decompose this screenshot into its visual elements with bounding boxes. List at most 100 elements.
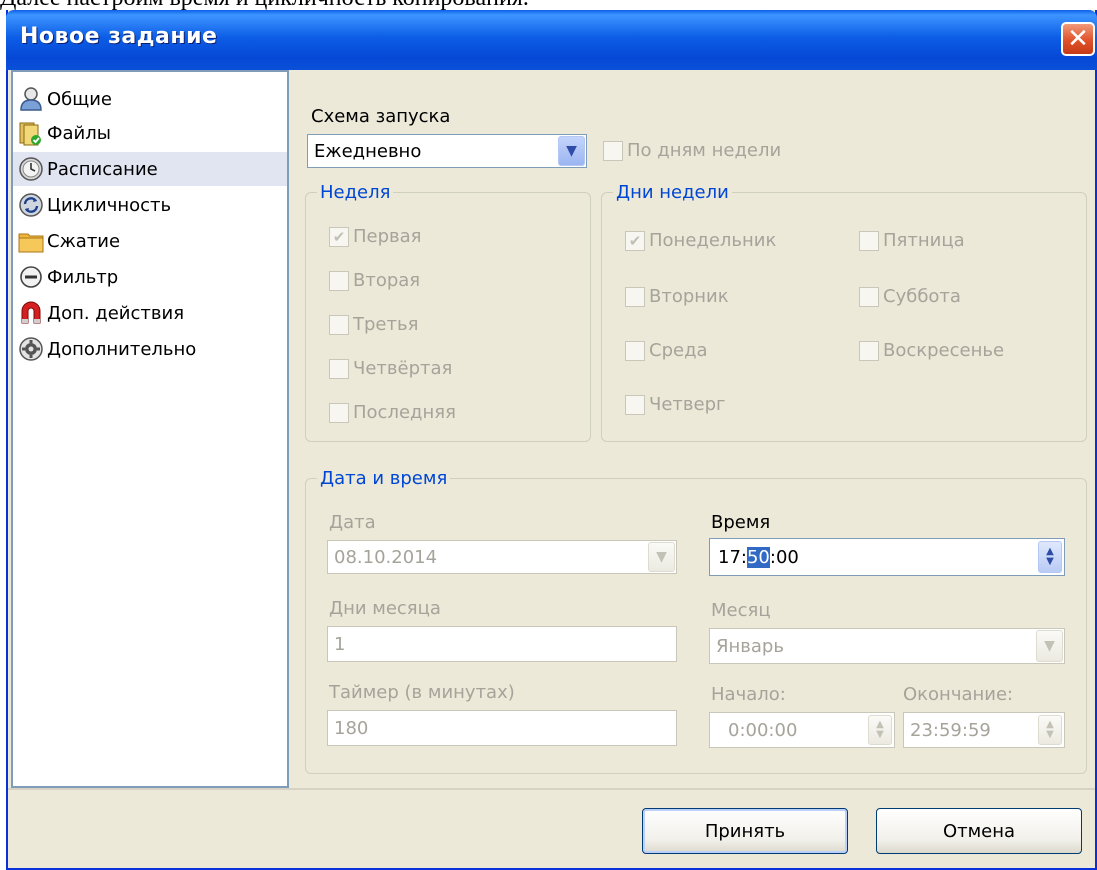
sidebar-item-cycle[interactable]: Цикличность bbox=[13, 188, 287, 222]
week-third-checkbox[interactable]: Третья bbox=[329, 314, 418, 335]
checkbox-box bbox=[603, 140, 623, 161]
start-label: Начало: bbox=[711, 684, 786, 705]
sidebar-item-files[interactable]: Файлы bbox=[13, 116, 287, 150]
checkbox-label: Первая bbox=[353, 226, 422, 247]
checkbox-label: По дням недели bbox=[627, 140, 782, 161]
files-icon bbox=[19, 122, 41, 146]
folder-icon bbox=[18, 233, 44, 253]
checkbox-label: Суббота bbox=[883, 286, 961, 307]
checkbox-box bbox=[625, 340, 645, 361]
checkbox-box bbox=[329, 402, 349, 423]
spinner-arrows-icon[interactable]: ▲ ▼ bbox=[1038, 541, 1062, 573]
sidebar-item-label: Фильтр bbox=[47, 266, 119, 288]
schedule-panel: Схема запуска Ежедневно ▼ По дням недели… bbox=[289, 70, 1097, 788]
checkbox-box bbox=[859, 230, 879, 251]
sidebar-item-schedule[interactable]: Расписание bbox=[13, 152, 287, 186]
sidebar-item-label: Цикличность bbox=[47, 194, 172, 216]
cycle-icon bbox=[19, 193, 43, 217]
time-minutes-selected: 50 bbox=[746, 546, 770, 568]
checkbox-label: Вторая bbox=[353, 270, 421, 291]
page-caption: Далее настроим время и цикличность копир… bbox=[0, 0, 1097, 10]
user-icon bbox=[20, 87, 42, 111]
weekday-friday-checkbox[interactable]: Пятница bbox=[859, 230, 965, 251]
title-bar[interactable]: Новое задание ✕ bbox=[6, 10, 1097, 70]
chevron-down-icon[interactable]: ▼ bbox=[1036, 630, 1063, 662]
month-days-input[interactable]: 1 bbox=[327, 626, 677, 662]
footer-divider bbox=[8, 788, 1095, 790]
checkbox-box bbox=[329, 358, 349, 379]
weekday-saturday-checkbox[interactable]: Суббота bbox=[859, 286, 961, 307]
sidebar: Общие Файлы Расписание Цикличность Сжати… bbox=[11, 70, 289, 788]
weekday-wednesday-checkbox[interactable]: Среда bbox=[625, 340, 708, 361]
month-value: Январь bbox=[716, 635, 784, 657]
scheme-select[interactable]: Ежедневно ▼ bbox=[307, 134, 587, 168]
date-value: 08.10.2014 bbox=[334, 546, 438, 568]
time-label: Время bbox=[711, 512, 771, 533]
gear-icon bbox=[19, 337, 43, 361]
week-fourth-checkbox[interactable]: Четвёртая bbox=[329, 358, 452, 379]
checkbox-label: Последняя bbox=[353, 402, 456, 423]
checkbox-label: Пятница bbox=[883, 230, 965, 251]
date-picker[interactable]: 08.10.2014 ▼ bbox=[327, 540, 677, 574]
sidebar-item-label: Общие bbox=[47, 88, 112, 110]
time-input[interactable]: 17: 50:00 ▲ ▼ bbox=[709, 538, 1065, 576]
close-button[interactable]: ✕ bbox=[1061, 22, 1095, 56]
checkbox-label: Среда bbox=[649, 340, 708, 361]
weekday-monday-checkbox[interactable]: ✔ Понедельник bbox=[625, 230, 776, 251]
sidebar-item-filter[interactable]: Фильтр bbox=[13, 260, 287, 294]
weekday-thursday-checkbox[interactable]: Четверг bbox=[625, 394, 725, 415]
by-weekdays-checkbox[interactable]: По дням недели bbox=[603, 140, 781, 161]
month-select[interactable]: Январь ▼ bbox=[709, 628, 1065, 664]
week-group-title: Неделя bbox=[317, 182, 394, 203]
checkbox-box bbox=[859, 286, 879, 307]
timer-input[interactable]: 180 bbox=[327, 710, 677, 746]
weekday-tuesday-checkbox[interactable]: Вторник bbox=[625, 286, 729, 307]
timer-label: Таймер (в минутах) bbox=[329, 682, 515, 703]
checkbox-box bbox=[625, 394, 645, 415]
window-title: Новое задание bbox=[20, 24, 218, 49]
month-days-label: Дни месяца bbox=[329, 598, 441, 619]
week-second-checkbox[interactable]: Вторая bbox=[329, 270, 420, 291]
week-first-checkbox[interactable]: ✔ Первая bbox=[329, 226, 422, 247]
end-time-input[interactable]: 23:59:59 ▲ ▼ bbox=[903, 712, 1065, 748]
sidebar-item-label: Файлы bbox=[47, 122, 111, 144]
sidebar-item-compression[interactable]: Сжатие bbox=[13, 224, 287, 258]
checkbox-label: Понедельник bbox=[649, 230, 777, 251]
chevron-down-icon[interactable]: ▼ bbox=[558, 136, 585, 166]
weekday-sunday-checkbox[interactable]: Воскресенье bbox=[859, 340, 1004, 361]
sidebar-item-general[interactable]: Общие bbox=[13, 82, 287, 116]
start-time-value: 0:00:00 bbox=[728, 719, 798, 741]
time-hours: 17: bbox=[718, 546, 747, 568]
checkbox-label: Вторник bbox=[649, 286, 729, 307]
week-last-checkbox[interactable]: Последняя bbox=[329, 402, 456, 423]
spinner-arrows-icon[interactable]: ▲ ▼ bbox=[868, 715, 892, 745]
sidebar-item-label: Расписание bbox=[47, 158, 158, 180]
magnet-icon bbox=[21, 301, 41, 324]
checkbox-box bbox=[625, 286, 645, 307]
date-label: Дата bbox=[329, 512, 376, 533]
check-icon: ✔ bbox=[625, 230, 645, 251]
datetime-group-title: Дата и время bbox=[317, 468, 451, 489]
chevron-down-icon[interactable]: ▼ bbox=[648, 542, 675, 572]
scheme-select-value: Ежедневно bbox=[314, 140, 422, 162]
weekdays-group-title: Дни недели bbox=[613, 182, 732, 203]
timer-value: 180 bbox=[334, 717, 369, 739]
start-time-input[interactable]: 0:00:00 ▲ ▼ bbox=[709, 712, 895, 748]
time-seconds: :00 bbox=[769, 546, 799, 568]
accept-button[interactable]: Принять bbox=[642, 808, 848, 854]
cancel-button[interactable]: Отмена bbox=[876, 808, 1082, 854]
end-label: Окончание: bbox=[903, 684, 1014, 705]
minus-icon bbox=[20, 266, 42, 288]
sidebar-item-extra-actions[interactable]: Доп. действия bbox=[13, 296, 287, 330]
sidebar-item-label: Дополнительно bbox=[47, 338, 197, 360]
end-time-value: 23:59:59 bbox=[910, 719, 991, 741]
scheme-label: Схема запуска bbox=[311, 106, 451, 127]
dialog-window: Новое задание ✕ Общие Файлы Расписание Ц… bbox=[6, 10, 1097, 870]
sidebar-item-advanced[interactable]: Дополнительно bbox=[13, 332, 287, 366]
check-icon: ✔ bbox=[329, 226, 349, 247]
month-days-value: 1 bbox=[334, 633, 346, 655]
spinner-arrows-icon[interactable]: ▲ ▼ bbox=[1038, 715, 1062, 745]
sidebar-item-label: Сжатие bbox=[47, 230, 121, 252]
checkbox-label: Четверг bbox=[649, 394, 726, 415]
month-label: Месяц bbox=[711, 600, 771, 621]
